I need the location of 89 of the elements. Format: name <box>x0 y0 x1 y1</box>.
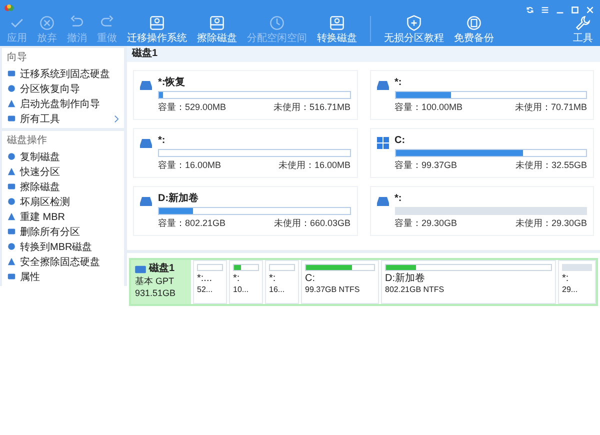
section-title: 向导 <box>6 51 28 65</box>
partition-card[interactable]: D:新加卷 容量：802.21GB 未使用：660.03GB <box>133 186 358 236</box>
partition-name: *: <box>394 193 403 205</box>
free-space-text: 未使用：516.71MB <box>273 101 350 114</box>
sidebar-item[interactable]: 删除所有分区 <box>2 224 124 239</box>
drive-icon <box>7 114 16 123</box>
segment-size: 29... <box>562 284 579 295</box>
segment-name: D:新加卷 <box>385 273 426 284</box>
usage-bar <box>305 264 375 271</box>
sidebar-item[interactable]: 转换到MBR磁盘 <box>2 239 124 254</box>
drive-icon <box>376 79 388 91</box>
capacity-text: 容量：16.00MB <box>158 159 222 172</box>
section-title: 磁盘操作 <box>6 134 48 148</box>
clock-icon <box>268 14 286 32</box>
partition-segment[interactable]: *: 10... <box>229 260 263 304</box>
refresh-icon[interactable] <box>526 6 534 14</box>
drive-icon <box>7 272 16 281</box>
drive-icon <box>7 182 16 191</box>
partition-segment[interactable]: *: 29... <box>558 260 596 304</box>
disk-info-panel[interactable]: 磁盘1 基本 GPT 931.51GB <box>131 260 191 304</box>
drive-icon <box>135 264 146 274</box>
disk-size: 931.51GB <box>135 287 177 299</box>
windows-icon <box>376 137 388 149</box>
shield-icon <box>405 14 423 32</box>
free-space-text: 未使用：660.03GB <box>274 217 350 230</box>
segment-size: 16... <box>269 284 286 295</box>
drive-icon <box>7 227 16 236</box>
sidebar-item[interactable]: 重建 MBR <box>2 209 124 224</box>
app-logo-icon <box>4 3 14 13</box>
drive-icon <box>140 195 152 207</box>
partition-name: *: <box>158 135 166 147</box>
sidebar-item[interactable]: 迁移系统到固态硬盘 <box>2 66 124 81</box>
capacity-text: 容量：29.30GB <box>394 217 458 230</box>
drive-icon <box>140 137 152 149</box>
disk-type: 基本 GPT <box>135 275 176 287</box>
drive-icon <box>7 69 16 78</box>
capacity-text: 容量：100.00MB <box>394 101 463 114</box>
segment-size: 52... <box>197 284 214 295</box>
partition-card[interactable]: *: 容量：100.00MB 未使用：70.71MB <box>370 70 594 120</box>
drive-icon <box>148 14 166 32</box>
maximize-icon[interactable] <box>571 6 579 14</box>
capacity-text: 容量：529.00MB <box>158 101 226 114</box>
drive-icon <box>140 79 152 91</box>
sidebar-item[interactable]: 启动光盘制作向导 <box>2 96 124 111</box>
capacity-text: 容量：802.21GB <box>158 217 226 230</box>
sidebar-item[interactable]: 所有工具 <box>2 111 124 126</box>
segment-name: C: <box>305 273 316 284</box>
segment-name: *: <box>562 273 570 284</box>
segment-size: 802.21GB NTFS <box>385 284 446 295</box>
free-space-text: 未使用：70.71MB <box>514 101 587 114</box>
partition-card[interactable]: *: 容量：29.30GB 未使用：29.30GB <box>370 186 594 236</box>
wrench-icon <box>574 14 592 32</box>
partition-name: D:新加卷 <box>158 193 200 205</box>
sidebar-item[interactable]: 擦除磁盘 <box>2 179 124 194</box>
cancel-icon <box>38 14 56 32</box>
segment-size: 10... <box>233 284 250 295</box>
segment-name: *: <box>269 273 277 284</box>
segment-name: *: <box>233 273 241 284</box>
sidebar-item[interactable]: 安全擦除固态硬盘 <box>2 254 124 269</box>
segment-name: *:... <box>197 273 214 284</box>
partition-card[interactable]: *:恢复 容量：529.00MB 未使用：516.71MB <box>133 70 358 120</box>
sidebar-item[interactable]: 分区恢复向导 <box>2 81 124 96</box>
capacity-text: 容量：99.37GB <box>394 159 458 172</box>
backup-icon <box>465 14 483 32</box>
sidebar-item[interactable]: 复制磁盘 <box>2 149 124 164</box>
partition-segment[interactable]: *:... 52... <box>193 260 227 304</box>
partition-card[interactable]: C: 容量：99.37GB 未使用：32.55GB <box>370 128 594 178</box>
partition-segment[interactable]: *: 16... <box>265 260 299 304</box>
partition-card[interactable]: *: 容量：16.00MB 未使用：16.00MB <box>133 128 358 178</box>
partition-name: *:恢复 <box>158 77 186 89</box>
free-space-text: 未使用：16.00MB <box>278 159 350 172</box>
partition-segment[interactable]: C: 99.37GB NTFS <box>301 260 379 304</box>
sidebar-item[interactable]: 坏扇区检测 <box>2 194 124 209</box>
free-space-text: 未使用：29.30GB <box>515 217 587 230</box>
disk-name: 磁盘1 <box>149 263 175 275</box>
sidebar-item[interactable]: 属性 <box>2 269 124 284</box>
drive-icon <box>328 14 346 32</box>
drive-icon <box>208 14 226 32</box>
usage-bar <box>233 264 259 271</box>
segment-size: 99.37GB NTFS <box>305 284 361 295</box>
partition-name: *: <box>394 77 403 89</box>
disk-title: 磁盘1 <box>127 46 600 62</box>
sidebar-item[interactable]: 快速分区 <box>2 164 124 179</box>
free-space-text: 未使用：32.55GB <box>515 159 587 172</box>
drive-icon <box>376 195 388 207</box>
partition-name: C: <box>394 135 406 147</box>
partition-segment[interactable]: D:新加卷 802.21GB NTFS <box>381 260 556 304</box>
close-icon[interactable] <box>586 6 594 14</box>
menu-icon[interactable] <box>541 6 549 14</box>
